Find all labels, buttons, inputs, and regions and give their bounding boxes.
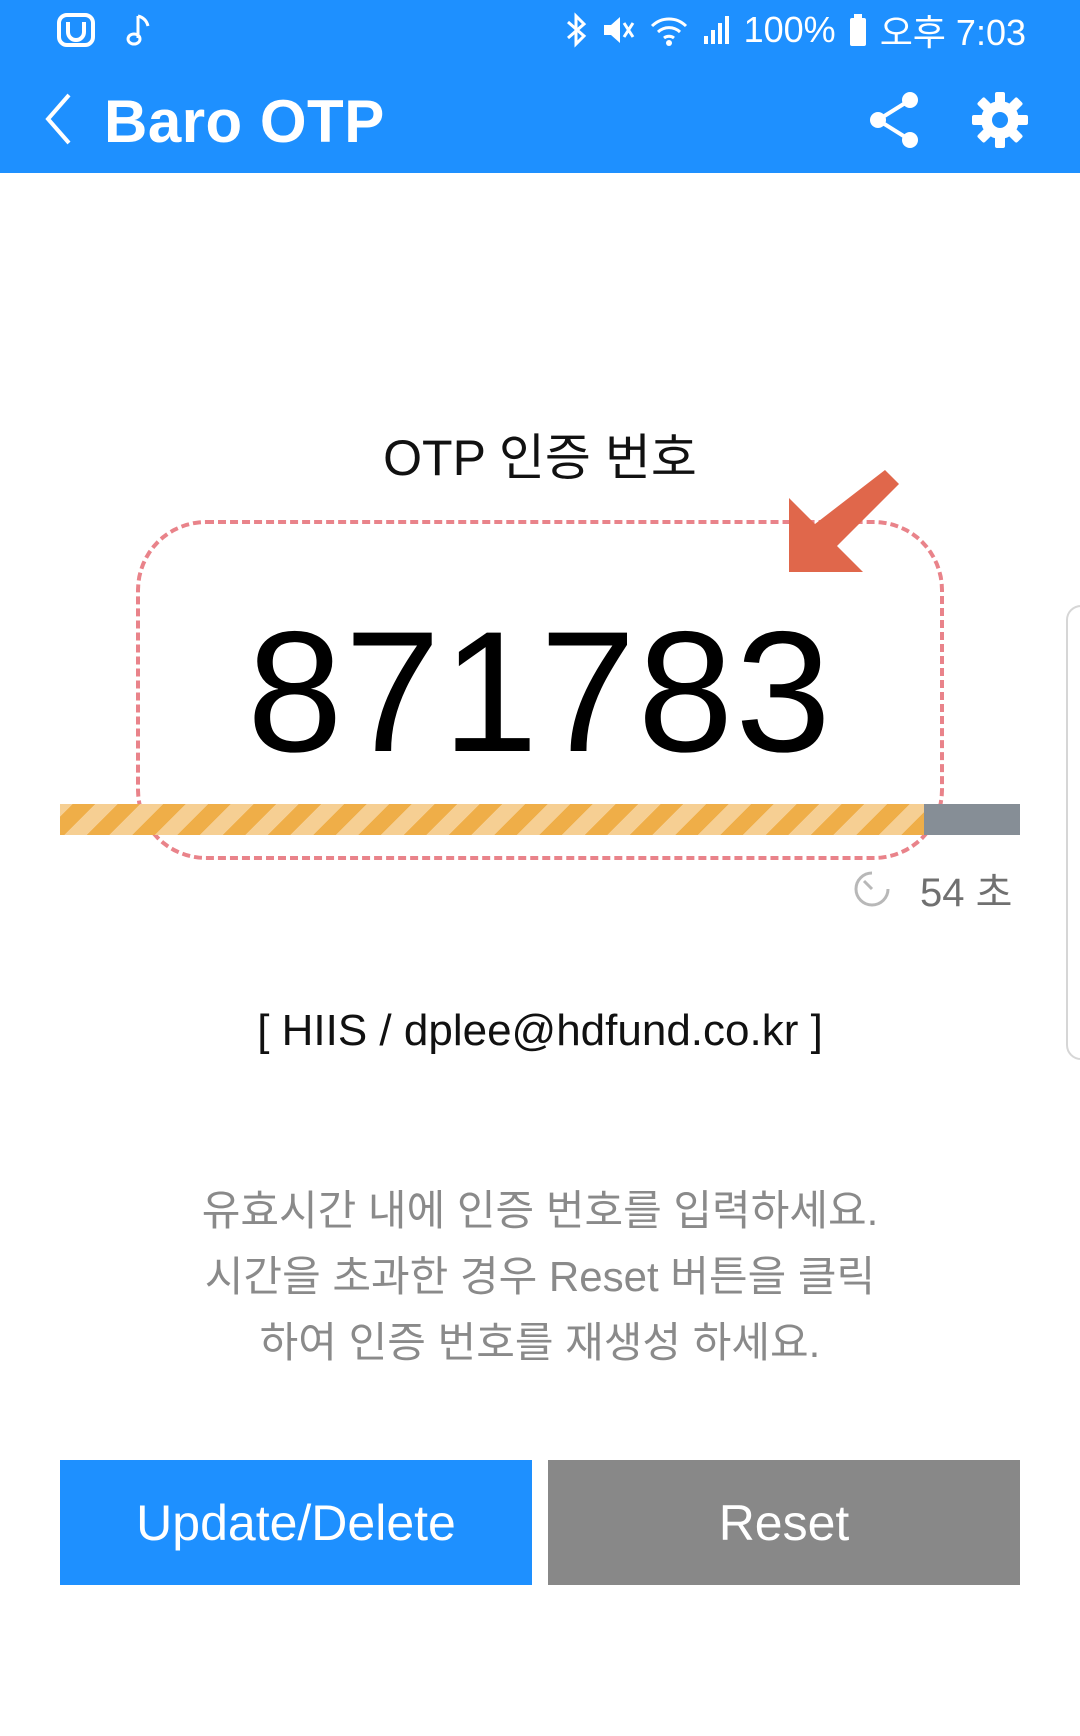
back-icon bbox=[43, 91, 73, 152]
settings-button[interactable] bbox=[970, 90, 1030, 150]
app-bar: Baro OTP bbox=[0, 70, 1080, 173]
instructions: 유효시간 내에 인증 번호를 입력하세요. 시간을 초과한 경우 Reset 버… bbox=[0, 1178, 1080, 1376]
otp-progress-fill bbox=[60, 804, 924, 835]
update-delete-button[interactable]: Update/Delete bbox=[60, 1460, 532, 1585]
app-header: 100% 오후 7:03 Baro OTP bbox=[0, 0, 1080, 173]
account-info: [ HIIS / dplee@hdfund.co.kr ] bbox=[257, 1006, 823, 1055]
instruction-line: 시간을 초과한 경우 Reset 버튼을 클릭 bbox=[204, 1253, 876, 1300]
status-bar-left bbox=[56, 10, 152, 50]
share-button[interactable] bbox=[866, 90, 922, 150]
wifi-icon bbox=[648, 12, 690, 48]
reset-button[interactable]: Reset bbox=[548, 1460, 1020, 1585]
share-icon bbox=[866, 92, 922, 154]
pointer-arrow-icon bbox=[789, 470, 899, 572]
otp-timer: 54 초 bbox=[852, 866, 1012, 915]
otp-label: OTP 인증 번호 bbox=[383, 430, 697, 486]
status-bar-right: 100% 오후 7:03 bbox=[564, 9, 1026, 53]
timer-text: 54 초 bbox=[920, 871, 1013, 915]
timer-icon bbox=[852, 869, 892, 909]
status-time: 오후 7:03 bbox=[879, 12, 1026, 53]
music-note-icon bbox=[126, 12, 152, 48]
battery-icon bbox=[848, 12, 868, 48]
instruction-line: 유효시간 내에 인증 번호를 입력하세요. bbox=[201, 1187, 879, 1234]
bluetooth-icon bbox=[564, 12, 588, 48]
battery-percent: 100% bbox=[743, 9, 836, 50]
signal-icon bbox=[702, 12, 732, 48]
app-notification-icon bbox=[56, 12, 96, 48]
status-bar: 100% 오후 7:03 bbox=[0, 0, 1080, 64]
app-title: Baro OTP bbox=[104, 88, 385, 155]
instruction-line: 하여 인증 번호를 재생성 하세요. bbox=[259, 1319, 821, 1366]
otp-progress-bar bbox=[60, 804, 1020, 835]
otp-code: 871783 bbox=[247, 596, 833, 788]
back-button[interactable] bbox=[30, 88, 86, 154]
gear-icon bbox=[970, 92, 1030, 154]
mute-icon bbox=[600, 12, 636, 48]
